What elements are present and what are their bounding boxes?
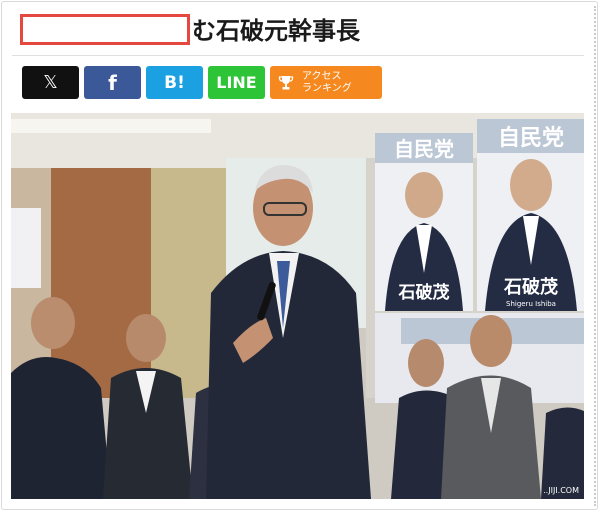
x-icon: 𝕏: [43, 72, 58, 93]
hatena-bookmark-icon: B!: [164, 72, 185, 93]
article-title: む石破元幹事長: [192, 17, 360, 45]
share-line-button[interactable]: LINE: [208, 66, 265, 99]
share-x-button[interactable]: 𝕏: [22, 66, 79, 99]
campaign-poster-2: 自民党 石破茂 Shigeru Ishiba: [477, 119, 584, 311]
access-ranking-button[interactable]: アクセス ランキング: [270, 66, 382, 99]
poster-party-text: 自民党: [394, 137, 454, 161]
ranking-label-line1: アクセス: [302, 70, 342, 82]
poster-name-text: 石破茂: [398, 282, 450, 303]
poster-name-text-2: 石破茂: [503, 276, 558, 298]
poster-name-roman: Shigeru Ishiba: [506, 300, 556, 308]
ranking-label: アクセス ランキング: [302, 71, 352, 95]
poster-party-text-2: 自民党: [498, 125, 564, 151]
campaign-poster-1: 自民党 石破茂: [375, 133, 473, 311]
facebook-icon: f: [108, 70, 117, 95]
share-hatena-button[interactable]: B!: [146, 66, 203, 99]
article-title-row: む石破元幹事長: [20, 12, 580, 50]
share-facebook-button[interactable]: f: [84, 66, 141, 99]
page-edge-divider: [594, 6, 596, 506]
share-buttons: 𝕏 f B! LINE アクセス ランキング: [22, 66, 382, 99]
article-photo: 自民党 石破茂 自民党 石破茂 Shigeru Ishiba ..JIJI.CO…: [11, 113, 584, 499]
photo-illustration: 自民党 石破茂 自民党 石破茂 Shigeru Ishiba ..JIJI.CO…: [11, 113, 584, 499]
redacted-title-box: [20, 14, 190, 45]
trophy-icon: [278, 75, 294, 89]
line-icon: LINE: [216, 73, 257, 92]
photo-watermark: ..JIJI.COM: [543, 486, 579, 495]
ranking-label-line2: ランキング: [302, 82, 352, 94]
title-divider: [12, 55, 584, 56]
